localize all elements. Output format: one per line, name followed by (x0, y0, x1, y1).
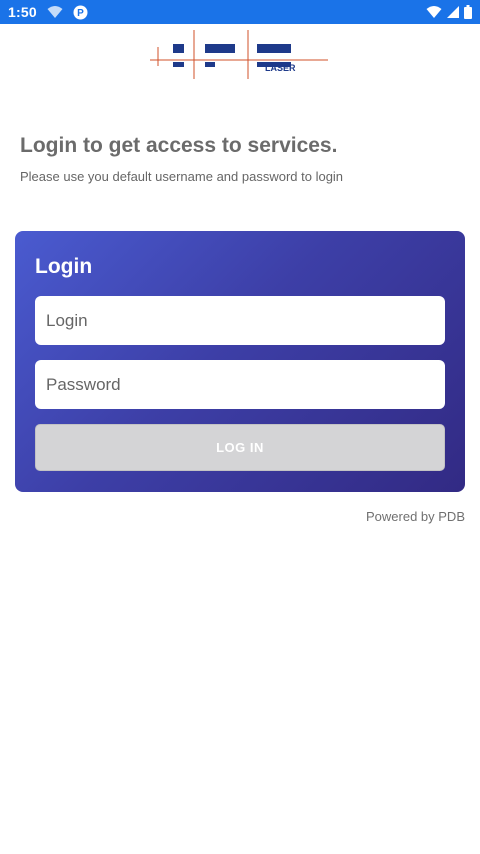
status-left: 1:50 P (8, 4, 88, 20)
app-notification-icon: P (73, 5, 88, 20)
cellular-signal-icon (447, 6, 459, 18)
status-time: 1:50 (8, 4, 37, 20)
powered-by-label: Powered by PDB (366, 509, 465, 524)
ipg-laser-logo: LASER (150, 30, 330, 80)
battery-icon (464, 5, 472, 19)
wifi-icon: x (426, 5, 442, 19)
page-subheading: Please use you default username and pass… (20, 169, 344, 184)
wifi-icon (47, 5, 63, 19)
svg-text:x: x (438, 14, 441, 19)
log-in-button[interactable]: LOG IN (35, 424, 445, 471)
password-input[interactable] (35, 360, 445, 409)
login-input[interactable] (35, 296, 445, 345)
logo-sub-text: LASER (265, 63, 296, 73)
login-card-title: Login (35, 255, 93, 278)
svg-text:P: P (77, 8, 84, 19)
status-right: x (426, 5, 472, 19)
status-bar: 1:50 P x (0, 0, 480, 24)
login-card: Login LOG IN (15, 231, 465, 492)
page-heading: Login to get access to services. (20, 134, 338, 157)
